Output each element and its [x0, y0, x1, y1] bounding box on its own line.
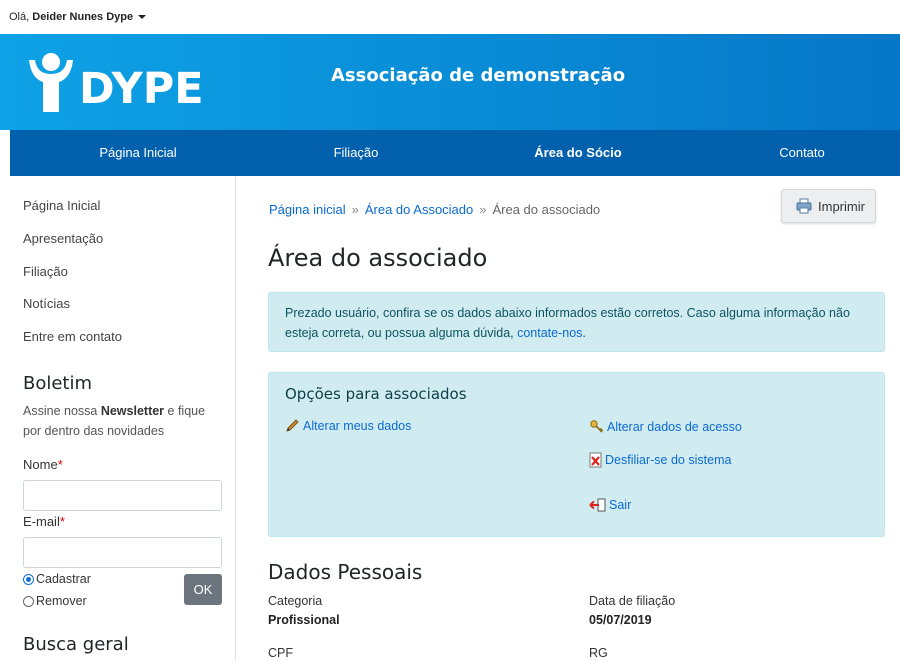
breadcrumb-home[interactable]: Página inicial: [269, 202, 346, 217]
sidebar-item-home[interactable]: Página Inicial: [23, 198, 100, 213]
newsletter-description: Assine nossa Newsletter e fique por dent…: [23, 404, 206, 438]
logout-icon: [589, 498, 606, 512]
membership-date-label: Data de filiação: [589, 594, 676, 608]
site-logo[interactable]: DYPE: [27, 48, 227, 118]
subscribe-option[interactable]: Cadastrar: [23, 572, 91, 586]
pencil-icon: [286, 419, 299, 432]
sidebar-item-presentation[interactable]: Apresentação: [23, 231, 103, 246]
chevron-down-icon[interactable]: [138, 15, 147, 20]
options-title: Opções para associados: [285, 385, 467, 403]
site-title: Associação de demonstração: [331, 65, 626, 86]
keys-icon: [590, 420, 604, 433]
personal-data-title: Dados Pessoais: [268, 560, 423, 584]
newsletter-title: Boletim: [23, 373, 93, 394]
remove-radio[interactable]: [23, 595, 34, 607]
newsletter-ok-button[interactable]: OK: [184, 574, 222, 605]
remove-option[interactable]: Remover: [23, 594, 87, 608]
name-field[interactable]: [23, 480, 222, 511]
user-menu[interactable]: Deider Nunes Dype: [32, 11, 133, 23]
info-alert: Prezado usuário, confira se os dados aba…: [268, 292, 885, 352]
nav-item-contact[interactable]: Contato: [692, 130, 900, 176]
nav-item-home[interactable]: Página Inicial: [28, 130, 248, 176]
printer-icon: [796, 198, 812, 214]
email-field[interactable]: [23, 537, 222, 568]
main-nav: Página Inicial Filiação Área do Sócio Co…: [10, 130, 900, 176]
name-label: Nome*: [23, 457, 63, 472]
page-title: Área do associado: [268, 244, 488, 272]
edit-data-link[interactable]: Alterar meus dados: [285, 419, 411, 433]
sidebar-item-contact[interactable]: Entre em contato: [23, 329, 122, 344]
search-title: Busca geral: [23, 634, 129, 655]
print-button[interactable]: Imprimir: [781, 189, 876, 223]
edit-access-link[interactable]: Alterar dados de acesso: [589, 419, 742, 435]
unsubscribe-link[interactable]: Desfiliar-se do sistema: [589, 452, 731, 468]
category-label: Categoria: [268, 594, 323, 608]
sidebar-item-news[interactable]: Notícias: [23, 296, 70, 311]
email-label: E-mail*: [23, 514, 65, 529]
delete-document-icon: [589, 452, 602, 468]
person-logo-icon: [29, 53, 73, 112]
rg-label: RG: [589, 646, 608, 660]
breadcrumb-current: Área do associado: [492, 202, 601, 217]
nav-item-member-area[interactable]: Área do Sócio: [468, 130, 688, 176]
subscribe-radio[interactable]: [23, 573, 34, 585]
cpf-label: CPF: [268, 646, 293, 660]
nav-item-membership[interactable]: Filiação: [246, 130, 466, 176]
member-options-panel: Opções para associados Alterar meus dado…: [268, 372, 885, 537]
contact-link[interactable]: contate-nos: [517, 326, 582, 340]
sidebar: Página Inicial Apresentação Filiação Not…: [10, 176, 236, 661]
logo-text: DYPE: [79, 64, 204, 114]
logout-link[interactable]: Sair: [589, 498, 631, 512]
breadcrumb: Página inicial» Área do Associado» Área do…: [269, 202, 601, 217]
greeting-label: Olá,: [9, 11, 30, 23]
user-greeting-bar: Olá, Deider Nunes Dype: [0, 0, 900, 34]
breadcrumb-member-area[interactable]: Área do Associado: [365, 202, 473, 217]
sidebar-item-membership[interactable]: Filiação: [23, 264, 68, 279]
category-value: Profissional: [268, 613, 340, 627]
site-header: DYPE Associação de demonstração: [0, 34, 900, 130]
membership-date-value: 05/07/2019: [589, 613, 652, 627]
main-content: Página inicial» Área do Associado» Área do…: [236, 176, 900, 661]
